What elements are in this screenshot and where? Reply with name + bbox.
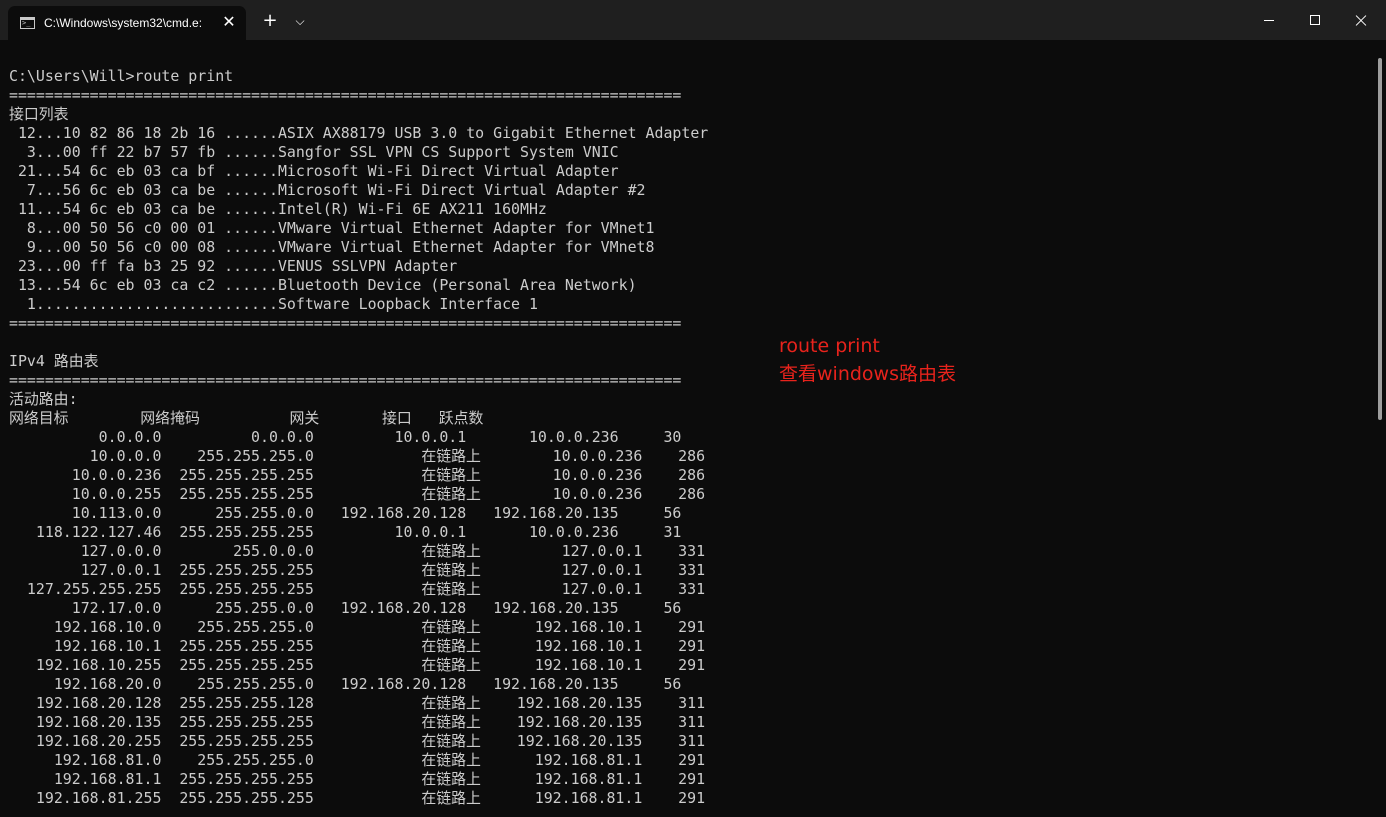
terminal-line: 活动路由:: [9, 390, 78, 408]
terminal-line: 1...........................Software Loo…: [9, 295, 538, 313]
terminal-line: 172.17.0.0 255.255.0.0 192.168.20.128 19…: [9, 599, 682, 617]
terminal-line: 192.168.20.135 255.255.255.255 在链路上 192.…: [9, 713, 706, 731]
tab-close-icon[interactable]: ✕: [220, 13, 238, 31]
terminal-line: 192.168.10.0 255.255.255.0 在链路上 192.168.…: [9, 618, 706, 636]
terminal-output[interactable]: C:\Users\Will>route print ===============…: [9, 48, 1369, 817]
title-bar: C:\Windows\system32\cmd.e: ✕ + ⌵: [0, 0, 1386, 40]
terminal-line: 127.255.255.255 255.255.255.255 在链路上 127…: [9, 580, 706, 598]
terminal-line: 8...00 50 56 c0 00 01 ......VMware Virtu…: [9, 219, 655, 237]
terminal-line: 127.0.0.1 255.255.255.255 在链路上 127.0.0.1…: [9, 561, 706, 579]
terminal-line: 网络目标 网络掩码 网关 接口 跃点数: [9, 409, 484, 427]
terminal-line: 13...54 6c eb 03 ca c2 ......Bluetooth D…: [9, 276, 637, 294]
maximize-button[interactable]: [1292, 0, 1338, 40]
terminal-line: 192.168.81.1 255.255.255.255 在链路上 192.16…: [9, 770, 706, 788]
vertical-scrollbar[interactable]: [1378, 58, 1382, 420]
terminal-line: 192.168.10.255 255.255.255.255 在链路上 192.…: [9, 656, 706, 674]
terminal-line: 10.0.0.0 255.255.255.0 在链路上 10.0.0.236 2…: [9, 447, 706, 465]
close-window-button[interactable]: [1338, 0, 1384, 40]
tab-cmd[interactable]: C:\Windows\system32\cmd.e: ✕: [8, 6, 246, 40]
terminal-line: 接口列表: [9, 105, 69, 123]
terminal-line: 7...56 6c eb 03 ca be ......Microsoft Wi…: [9, 181, 646, 199]
terminal-line: 118.122.127.46 255.255.255.255 10.0.0.1 …: [9, 523, 682, 541]
terminal-line: 192.168.20.128 255.255.255.128 在链路上 192.…: [9, 694, 706, 712]
new-tab-button[interactable]: +: [258, 8, 282, 34]
terminal-line: 10.0.0.236 255.255.255.255 在链路上 10.0.0.2…: [9, 466, 706, 484]
annotation-note: route print 查看windows路由表: [779, 332, 956, 388]
terminal-line: IPv4 路由表: [9, 352, 99, 370]
minimize-button[interactable]: [1246, 0, 1292, 40]
terminal-line: 11...54 6c eb 03 ca be ......Intel(R) Wi…: [9, 200, 547, 218]
terminal-line: 3...00 ff 22 b7 57 fb ......Sangfor SSL …: [9, 143, 619, 161]
terminal-line: 192.168.81.0 255.255.255.0 在链路上 192.168.…: [9, 751, 706, 769]
terminal-line: 192.168.81.255 255.255.255.255 在链路上 192.…: [9, 789, 706, 807]
terminal-line: 127.0.0.0 255.0.0.0 在链路上 127.0.0.1 331: [9, 542, 706, 560]
annotation-line-2: 查看windows路由表: [779, 363, 956, 385]
terminal-line: C:\Users\Will>route print: [9, 67, 234, 85]
terminal-line: 192.168.20.255 255.255.255.255 在链路上 192.…: [9, 732, 706, 750]
terminal-line: 192.168.20.0 255.255.255.0 192.168.20.12…: [9, 675, 682, 693]
terminal-line: 9...00 50 56 c0 00 08 ......VMware Virtu…: [9, 238, 655, 256]
terminal-line: 192.168.10.1 255.255.255.255 在链路上 192.16…: [9, 637, 706, 655]
annotation-line-1: route print: [779, 335, 880, 357]
terminal-line: 10.0.0.255 255.255.255.255 在链路上 10.0.0.2…: [9, 485, 706, 503]
terminal-line: 12...10 82 86 18 2b 16 ......ASIX AX8817…: [9, 124, 709, 142]
terminal-line: 23...00 ff fa b3 25 92 ......VENUS SSLVP…: [9, 257, 458, 275]
terminal-line: 0.0.0.0 0.0.0.0 10.0.0.1 10.0.0.236 30: [9, 428, 682, 446]
terminal-line: 10.113.0.0 255.255.0.0 192.168.20.128 19…: [9, 504, 682, 522]
terminal-line: ========================================…: [9, 86, 682, 104]
tab-title: C:\Windows\system32\cmd.e:: [44, 16, 203, 30]
terminal-line: ========================================…: [9, 371, 682, 389]
terminal-line: ========================================…: [9, 314, 682, 332]
terminal-line: 21...54 6c eb 03 ca bf ......Microsoft W…: [9, 162, 619, 180]
terminal-window: C:\Windows\system32\cmd.e: ✕ + ⌵ C:\User…: [0, 0, 1386, 817]
terminal-icon: [20, 17, 35, 29]
tab-dropdown-button[interactable]: ⌵: [288, 8, 312, 34]
